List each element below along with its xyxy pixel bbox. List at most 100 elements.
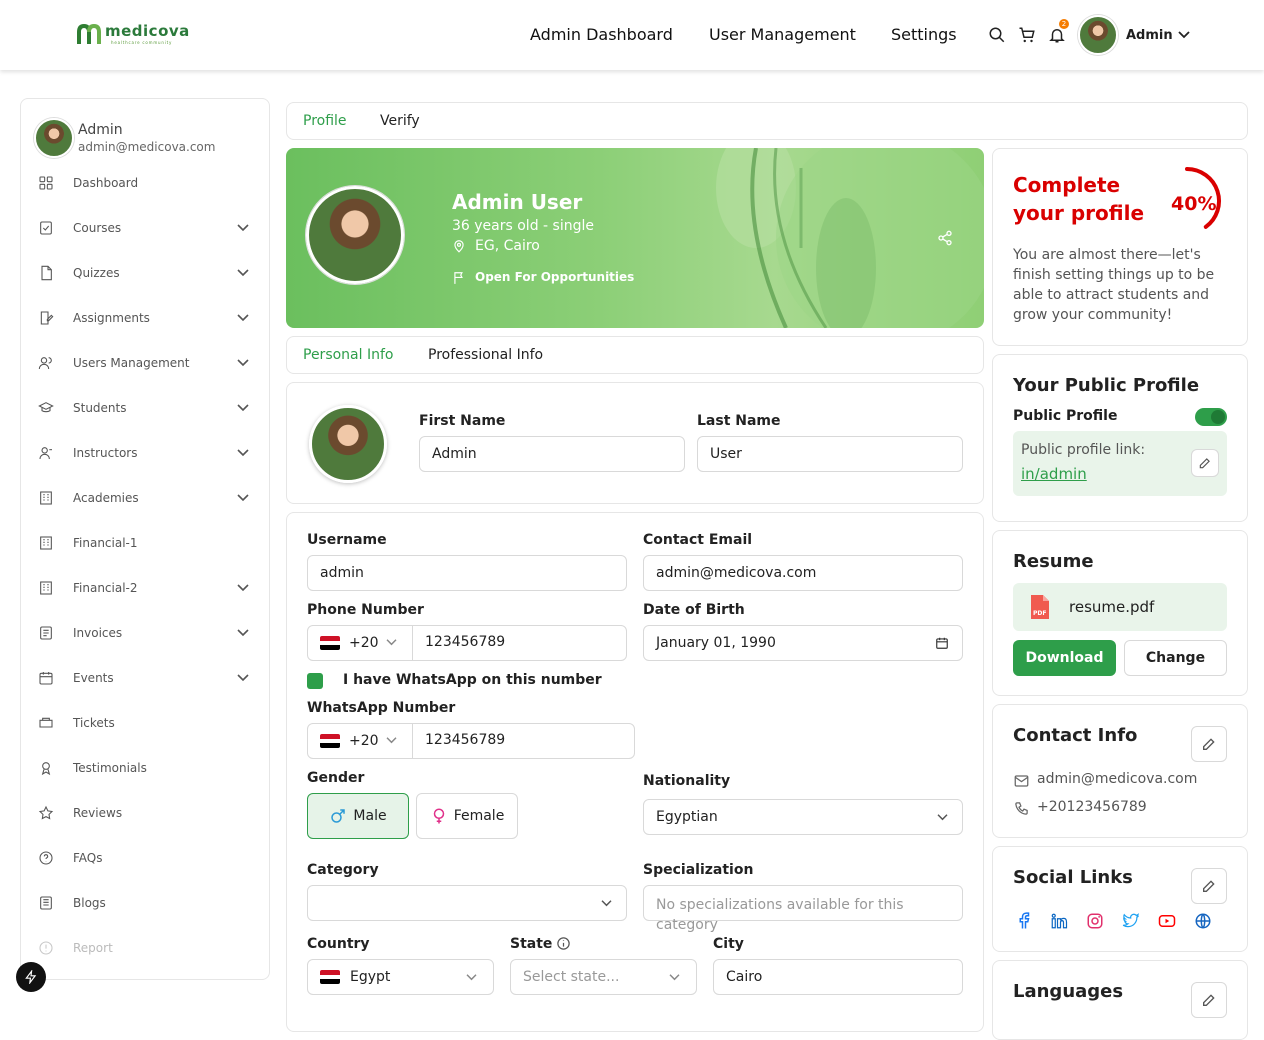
blogs-icon [40, 896, 52, 910]
youtube-icon[interactable] [1158, 912, 1176, 930]
calendar-icon[interactable] [935, 636, 949, 650]
flag-icon [454, 272, 463, 284]
chevron-down-icon[interactable] [237, 672, 249, 684]
globe-icon[interactable] [1194, 912, 1212, 930]
tab-verify[interactable]: Verify [380, 113, 420, 129]
gender-female-label: Female [453, 808, 505, 824]
last-name-input[interactable]: User [697, 436, 963, 472]
public-profile-link-label: Public profile link: [1021, 442, 1146, 458]
sidebar-item-academies[interactable]: Academies [21, 476, 271, 520]
nationality-select[interactable]: Egyptian [643, 799, 963, 835]
state-select[interactable]: Select state... [510, 959, 697, 995]
chevron-down-icon[interactable] [237, 492, 249, 504]
sidebar-item-courses[interactable]: Courses [21, 206, 271, 250]
change-button[interactable]: Change [1124, 640, 1227, 676]
languages-card: Languages [992, 960, 1248, 1040]
chevron-down-icon[interactable] [237, 312, 249, 324]
whatsapp-country-select[interactable]: +20 [308, 724, 413, 758]
chevron-down-icon [601, 900, 612, 907]
edit-link-button[interactable] [1191, 449, 1219, 477]
sidebar-item-instructors[interactable]: Instructors [21, 431, 271, 475]
brand-logo[interactable]: medicova healthcare community [77, 24, 190, 46]
mail-icon [1014, 775, 1029, 787]
sidebar-item-blogs[interactable]: Blogs [21, 881, 271, 925]
chevron-down-icon[interactable] [1178, 30, 1190, 40]
chevron-down-icon [386, 639, 397, 646]
sidebar-item-label: Users Management [73, 356, 190, 370]
facebook-icon[interactable] [1015, 912, 1033, 930]
search-icon[interactable] [988, 26, 1006, 44]
cart-icon[interactable] [1018, 26, 1036, 44]
edit-contact-button[interactable] [1191, 726, 1227, 762]
chevron-down-icon[interactable] [237, 627, 249, 639]
gender-male-button[interactable]: Male [307, 793, 409, 839]
sidebar-item-invoices[interactable]: Invoices [21, 611, 271, 655]
linkedin-icon[interactable] [1050, 912, 1068, 930]
sidebar-item-testimonials[interactable]: Testimonials [21, 746, 271, 790]
chevron-down-icon[interactable] [237, 267, 249, 279]
public-profile-link[interactable]: in/admin [1021, 465, 1087, 483]
profile-photo[interactable] [309, 405, 387, 483]
sidebar-item-report[interactable]: Report [21, 926, 271, 970]
share-icon[interactable] [937, 230, 953, 246]
chevron-down-icon[interactable] [237, 222, 249, 234]
specialization-select[interactable]: No specializations available for this ca… [643, 885, 963, 933]
chevron-down-icon[interactable] [237, 357, 249, 369]
sidebar-item-faqs[interactable]: FAQs [21, 836, 271, 880]
edit-languages-button[interactable] [1191, 982, 1227, 1018]
tab-professional-info[interactable]: Professional Info [428, 347, 543, 363]
sidebar-item-assignments[interactable]: Assignments [21, 296, 271, 340]
tab-personal-info[interactable]: Personal Info [303, 347, 393, 363]
sidebar-item-label: Testimonials [73, 761, 147, 775]
profile-tabs: Profile Verify [286, 102, 1248, 140]
info-icon[interactable] [556, 936, 571, 951]
sidebar-item-financial-1[interactable]: Financial-1 [21, 521, 271, 565]
nav-settings[interactable]: Settings [891, 25, 957, 44]
whatsapp-input[interactable]: 123456789 [425, 732, 505, 748]
nationality-label: Nationality [643, 773, 731, 789]
category-select[interactable] [307, 885, 627, 921]
courses-icon [40, 221, 52, 235]
profile-banner: Admin User 36 years old - single EG, Cai… [286, 148, 984, 328]
pencil-icon [1203, 880, 1215, 892]
resume-file[interactable]: PDF resume.pdf [1013, 583, 1227, 631]
contact-email-input[interactable]: admin@medicova.com [643, 555, 963, 591]
public-profile-toggle[interactable] [1195, 408, 1227, 426]
sidebar-item-label: Students [73, 401, 127, 415]
phone-input[interactable]: 123456789 [425, 634, 505, 650]
state-placeholder: Select state... [523, 969, 620, 985]
dob-input[interactable]: January 01, 1990 [643, 625, 963, 661]
chevron-down-icon[interactable] [237, 447, 249, 459]
sidebar-item-quizzes[interactable]: Quizzes [21, 251, 271, 295]
sidebar-item-events[interactable]: Events [21, 656, 271, 700]
gender-female-button[interactable]: Female [416, 793, 518, 839]
download-button[interactable]: Download [1013, 640, 1116, 676]
first-name-input[interactable]: Admin [419, 436, 685, 472]
user-avatar[interactable] [1078, 15, 1118, 55]
tab-profile[interactable]: Profile [303, 113, 347, 129]
sidebar-item-label: Academies [73, 491, 139, 505]
twitter-icon[interactable] [1122, 912, 1140, 930]
country-value: Egypt [350, 969, 391, 985]
nav-user-management[interactable]: User Management [709, 25, 856, 44]
user-name[interactable]: Admin [1126, 28, 1173, 43]
nav-admin-dashboard[interactable]: Admin Dashboard [530, 25, 673, 44]
chevron-down-icon[interactable] [237, 402, 249, 414]
female-icon [433, 808, 444, 824]
whatsapp-checkbox[interactable] [307, 673, 323, 689]
sidebar-item-students[interactable]: Students [21, 386, 271, 430]
sidebar-item-reviews[interactable]: Reviews [21, 791, 271, 835]
quick-action-button[interactable] [16, 962, 46, 992]
city-input[interactable]: Cairo [713, 959, 963, 995]
edit-social-button[interactable] [1191, 868, 1227, 904]
username-input[interactable]: admin [307, 555, 627, 591]
pencil-icon [1203, 738, 1215, 750]
sidebar-item-tickets[interactable]: Tickets [21, 701, 271, 745]
instagram-icon[interactable] [1086, 912, 1104, 930]
phone-country-select[interactable]: +20 [308, 626, 413, 660]
sidebar-item-financial-2[interactable]: Financial-2 [21, 566, 271, 610]
country-select[interactable]: Egypt [307, 959, 494, 995]
sidebar-item-dashboard[interactable]: Dashboard [21, 161, 271, 205]
chevron-down-icon[interactable] [237, 582, 249, 594]
sidebar-item-users-management[interactable]: Users Management [21, 341, 271, 385]
